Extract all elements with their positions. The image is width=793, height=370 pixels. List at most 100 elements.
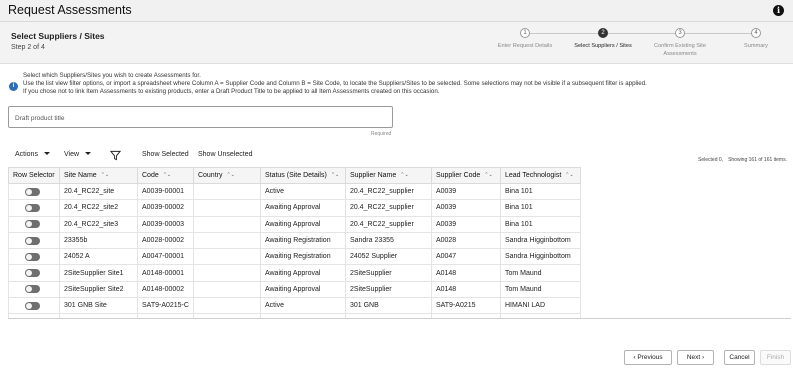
col-lead-technologist[interactable]: Lead Technologist ⌃⌄ — [499, 167, 581, 184]
code-cell: A0039-00003 — [137, 215, 194, 233]
supplier-code-cell: A0148 — [430, 264, 501, 282]
step-2-circle: 2 — [598, 28, 608, 38]
view-menu[interactable]: View — [64, 151, 92, 158]
instruction-line-3: If you chose not to link Item Assessment… — [23, 88, 440, 96]
supplier-name-cell: 24052 Supplier — [344, 248, 432, 266]
table-row[interactable]: 20.4_RC22_site3 A0039-00003 Awaiting Appro… — [8, 215, 581, 233]
table-row[interactable]: 23355b A0028-00002 Awaiting Registration Sa… — [8, 231, 581, 250]
table-row[interactable]: 2SiteSupplier Site2 A0148-00002 Awaiting A… — [8, 280, 581, 299]
supplier-code-cell: A0039 — [430, 182, 501, 201]
status-cell: Awaiting Registration — [259, 231, 346, 250]
actions-menu[interactable]: Actions — [15, 151, 50, 158]
country-cell — [192, 264, 261, 282]
required-label: Required — [371, 131, 392, 137]
sort-icon[interactable]: ⌃⌄ — [101, 172, 109, 178]
row-selector-toggle[interactable] — [25, 285, 40, 294]
sort-icon[interactable]: ⌃⌄ — [400, 172, 408, 178]
sort-icon[interactable]: ⌃⌄ — [484, 172, 492, 178]
previous-button[interactable]: ‹ Previous — [624, 350, 672, 365]
info-icon[interactable]: i — [773, 5, 784, 16]
supplier-code-cell: A0039 — [430, 215, 501, 233]
supplier-name-cell: 2SiteSupplier — [344, 280, 432, 299]
code-cell: SAT9-A0215-C — [137, 297, 194, 315]
showing-count: Showing 161 of 161 items. — [728, 157, 787, 163]
table-row[interactable]: 20.4_RC22_site A0039-00001 Active 20.4_RC22… — [8, 182, 581, 201]
col-code[interactable]: Code ⌃⌄ — [137, 167, 194, 184]
status-cell: Awaiting Approval — [259, 280, 346, 299]
chevron-down-icon — [43, 152, 50, 155]
next-button[interactable]: Next › — [677, 350, 714, 365]
lead-technologist-cell: Tom Maund — [499, 264, 581, 282]
instruction-line-1: Select which Suppliers/Sites you wish to… — [23, 72, 201, 79]
step-4-circle: 4 — [751, 28, 761, 38]
train-step-4[interactable]: 4 Summary — [721, 28, 791, 50]
draft-title-input[interactable] — [9, 108, 392, 129]
row-selector-toggle[interactable] — [25, 252, 40, 261]
status-cell: Active — [259, 297, 346, 315]
train-step-1[interactable]: 1 Enter Request Details — [490, 28, 560, 50]
table-row-partial — [8, 313, 581, 318]
col-country[interactable]: Country ⌃⌄ — [192, 167, 261, 184]
row-selector-toggle[interactable] — [25, 301, 40, 310]
country-cell — [192, 297, 261, 315]
row-selector-toggle[interactable] — [25, 236, 40, 245]
site-name-cell: 20.4_RC22_site — [59, 182, 138, 201]
table-row[interactable]: 20.4_RC22_site2 A0039-00002 Awaiting Appro… — [8, 199, 581, 217]
selected-count: Selected 0, — [698, 157, 724, 163]
status-cell: Awaiting Registration — [259, 248, 346, 266]
table-row[interactable]: 2SiteSupplier Site1 A0148-00001 Awaiting A… — [8, 264, 581, 282]
table-row[interactable]: 24052 A A0047-00001 Awaiting Registration 2… — [8, 248, 581, 266]
show-selected-button[interactable]: Show Selected — [142, 151, 189, 158]
col-supplier-code[interactable]: Supplier Code ⌃⌄ — [430, 167, 501, 184]
col-site-name[interactable]: Site Name ⌃⌄ — [59, 167, 138, 184]
draft-title-field[interactable] — [8, 106, 393, 129]
col-supplier-name[interactable]: Supplier Name ⌃⌄ — [344, 167, 432, 184]
info-message-icon: i — [9, 82, 18, 91]
sort-icon[interactable]: ⌃⌄ — [163, 172, 171, 178]
site-name-cell: 24052 A — [59, 248, 138, 266]
row-selector-toggle[interactable] — [25, 187, 40, 196]
row-selector-cell — [8, 215, 60, 233]
row-selector-toggle[interactable] — [25, 220, 40, 229]
supplier-name-cell: 20.4_RC22_supplier — [344, 215, 432, 233]
col-status[interactable]: Status (Site Details) ⌃⌄ — [259, 167, 346, 184]
filter-icon[interactable] — [110, 150, 121, 161]
site-name-cell: 2SiteSupplier Site2 — [59, 280, 138, 299]
train-header: Select Suppliers / Sites Step 2 of 4 1 E… — [0, 22, 793, 64]
lead-technologist-cell: Tom Maund — [499, 280, 581, 299]
instruction-text: Select which Suppliers/Sites you wish to… — [23, 72, 647, 97]
code-cell: A0028-00002 — [137, 231, 194, 250]
code-cell: A0039-00002 — [137, 199, 194, 217]
finish-button[interactable]: Finish — [760, 350, 791, 365]
code-cell: A0148-00002 — [137, 280, 194, 299]
train-step-3[interactable]: 3 Confirm Existing Site Assessments — [645, 28, 715, 58]
row-selector-cell — [8, 264, 60, 282]
row-selector-toggle[interactable] — [25, 269, 40, 278]
empty-cell — [259, 313, 346, 318]
col-row-selector: Row Selector — [8, 167, 60, 184]
empty-cell — [192, 313, 261, 318]
supplier-name-cell: 301 GNB — [344, 297, 432, 315]
train-step-2[interactable]: 2 Select Suppliers / Sites — [568, 28, 638, 50]
sort-icon[interactable]: ⌃⌄ — [565, 172, 573, 178]
show-unselected-button[interactable]: Show Unselected — [198, 151, 252, 158]
status-cell: Active — [259, 182, 346, 201]
empty-cell — [430, 313, 501, 318]
row-selector-toggle[interactable] — [25, 203, 40, 212]
site-name-cell: 301 GNB Site — [59, 297, 138, 315]
sites-table: Row Selector Site Name ⌃⌄ Code ⌃⌄ Country ⌃… — [8, 167, 581, 318]
cancel-button[interactable]: Cancel — [724, 350, 755, 365]
sort-icon[interactable]: ⌃⌄ — [226, 172, 234, 178]
step-1-circle: 1 — [520, 28, 530, 38]
sort-icon[interactable]: ⌃⌄ — [331, 172, 339, 178]
row-selector-cell — [8, 182, 60, 201]
lead-technologist-cell: Sandra Higginbottom — [499, 248, 581, 266]
sites-table-container[interactable]: Row Selector Site Name ⌃⌄ Code ⌃⌄ Country ⌃… — [8, 167, 791, 319]
table-row[interactable]: 301 GNB Site SAT9-A0215-C Active 301 GNB SAT… — [8, 297, 581, 315]
chevron-down-icon — [85, 152, 92, 155]
chevron-right-icon: › — [702, 354, 705, 361]
app-header: Request Assessments i — [0, 0, 793, 22]
supplier-name-cell: 20.4_RC22_supplier — [344, 182, 432, 201]
row-selector-cell — [8, 231, 60, 250]
app-title: Request Assessments — [8, 3, 132, 17]
